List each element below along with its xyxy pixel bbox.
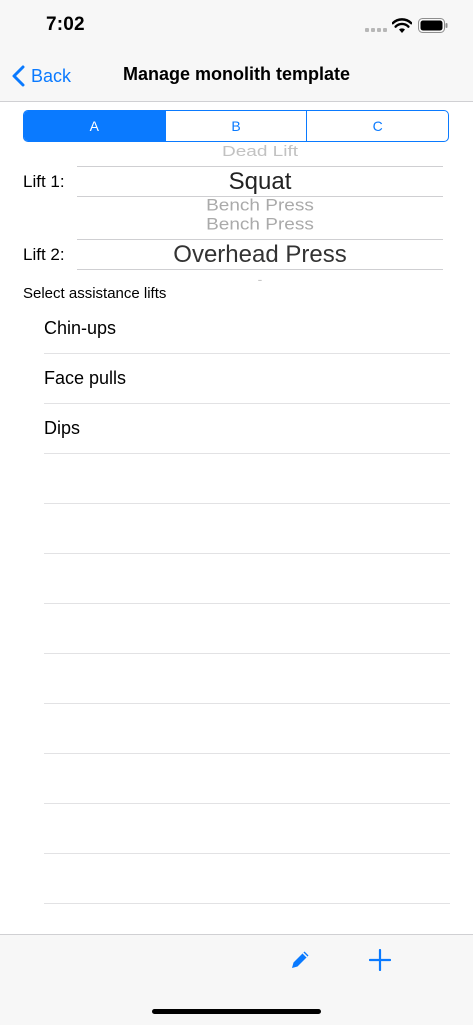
assistance-lift-row[interactable] [0, 554, 473, 604]
lift-1-picker[interactable]: Dead Lift Squat Bench Press [77, 143, 443, 213]
chevron-left-icon [12, 65, 25, 87]
assistance-lift-row[interactable] [0, 704, 473, 754]
picker-selection-line [77, 269, 443, 270]
picker-option[interactable]: Bench Press [77, 197, 443, 213]
picker-option[interactable]: Bench Press [77, 216, 443, 235]
navigation-bar: Manage monolith template Back [0, 50, 473, 102]
pencil-icon[interactable] [288, 948, 312, 972]
lift-1-label: Lift 1: [23, 172, 65, 191]
assistance-lift-row[interactable] [0, 754, 473, 804]
assistance-lift-row[interactable] [0, 654, 473, 704]
segment-a[interactable]: A [24, 111, 165, 141]
back-button[interactable]: Back [12, 63, 71, 89]
picker-selection-line [77, 166, 443, 167]
cellular-signal-icon [365, 27, 387, 32]
status-bar: 7:02 [0, 0, 473, 50]
assistance-lift-label: Face pulls [44, 368, 127, 388]
assistance-lift-label: Dips [44, 418, 81, 438]
wifi-icon [392, 18, 412, 33]
segment-c[interactable]: C [306, 111, 448, 141]
template-segmented-control: A B C [23, 110, 449, 142]
segment-b[interactable]: B [164, 111, 307, 141]
home-indicator [152, 1009, 321, 1014]
assistance-lift-row[interactable]: Dips [0, 404, 473, 454]
assistance-lift-row[interactable] [0, 854, 473, 904]
assistance-lift-row[interactable] [0, 804, 473, 854]
battery-icon [418, 18, 448, 33]
assistance-lift-row[interactable] [0, 454, 473, 504]
picker-selected-option[interactable]: Overhead Press [77, 241, 443, 269]
status-time: 7:02 [46, 14, 85, 35]
picker-selected-option[interactable]: Squat [77, 168, 443, 196]
lift-2-label: Lift 2: [23, 245, 65, 264]
lift-2-picker[interactable]: Bench Press Overhead Press - [77, 215, 443, 290]
picker-option[interactable]: Dead Lift [77, 143, 443, 161]
assistance-section-header: Select assistance lifts [23, 285, 167, 302]
assistance-lift-row[interactable]: Chin-ups [0, 304, 473, 354]
plus-icon[interactable] [369, 949, 391, 971]
assistance-lift-row[interactable] [0, 504, 473, 554]
assistance-lift-list: Chin-ups Face pulls Dips [0, 304, 473, 954]
picker-selection-line [77, 239, 443, 240]
assistance-lift-row[interactable]: Face pulls [0, 354, 473, 404]
back-label: Back [31, 65, 72, 86]
assistance-lift-row[interactable] [0, 604, 473, 654]
assistance-lift-label: Chin-ups [44, 318, 117, 338]
